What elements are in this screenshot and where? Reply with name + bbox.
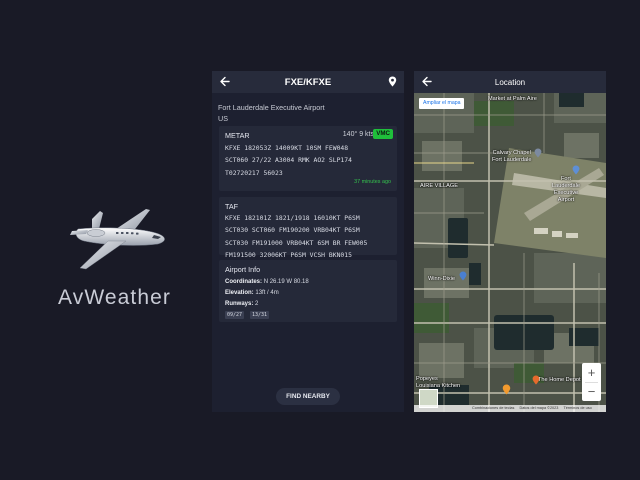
metar-heading: METAR	[225, 131, 250, 140]
back-arrow-icon[interactable]	[219, 75, 231, 88]
zoom-in-button[interactable]: +	[582, 363, 601, 382]
page-title: FXE/KFXE	[284, 76, 332, 88]
find-nearby-button[interactable]: FIND NEARBY	[276, 388, 340, 405]
coordinates-value: N 26.19 W 80.18	[263, 279, 309, 285]
zoom-out-button[interactable]: −	[582, 382, 601, 401]
runways-count: 2	[255, 301, 259, 307]
taf-card[interactable]: TAF KFXE 182101Z 1821/1918 16010KT P6SM …	[219, 197, 397, 259]
runway-chip[interactable]: 13/31	[250, 311, 270, 319]
store-poi-icon[interactable]	[532, 375, 540, 385]
winndixie-marker-icon	[458, 273, 464, 279]
elevation-value: 13ft / 4m	[255, 290, 279, 296]
elevation-label: Elevation:	[225, 290, 254, 296]
flight-category-badge: VMC	[373, 129, 393, 139]
taf-raw-text: KFXE 182101Z 1821/1918 16010KT P6SM SCT0…	[225, 214, 368, 260]
church-poi-icon[interactable]	[534, 148, 542, 158]
map-label-popeyes: Popeyes Louisiana Kitchen	[416, 376, 461, 389]
map-attribution-bar: Combinaciones de teclas Datos del mapa ©…	[414, 405, 606, 412]
map-title: Location	[494, 77, 526, 87]
map-label-village: AIRE VILLAGE	[420, 183, 458, 189]
detail-header: FXE/KFXE	[212, 71, 404, 93]
runways-row: Runways: 2	[225, 301, 258, 307]
metar-wind: 140° 9 kts	[342, 131, 374, 138]
metar-age: 37 minutes ago	[354, 179, 391, 185]
map-pin-icon[interactable]	[388, 76, 397, 87]
zoom-controls: + −	[582, 363, 601, 401]
airport-country: US	[218, 114, 228, 123]
airport-poi-icon[interactable]	[572, 165, 580, 175]
satellite-imagery	[414, 93, 606, 412]
elevation-row: Elevation: 13ft / 4m	[225, 290, 279, 296]
expand-map-button[interactable]: Ampliar el mapa	[419, 98, 465, 109]
map-label-market: Market at Palm Aire	[488, 96, 537, 102]
airport-info-card: Airport Info Coordinates: N 26.19 W 80.1…	[219, 260, 397, 322]
taf-heading: TAF	[225, 202, 239, 211]
app-name: AvWeather	[58, 286, 172, 309]
map-data-credit: Datos del mapa ©2023	[519, 406, 559, 410]
map-label-homedepot: The Home Depot	[538, 377, 581, 383]
map-label-winndixie: Winn-Dixie	[428, 276, 456, 282]
satellite-map[interactable]: Ampliar el mapa Market at Palm Aire Calv…	[414, 93, 606, 412]
metar-raw-text: KFXE 182053Z 14009KT 10SM FEW048 SCT060 …	[225, 144, 352, 177]
airport-info-heading: Airport Info	[225, 265, 261, 274]
runways-label: Runways:	[225, 301, 254, 307]
coordinates-row: Coordinates: N 26.19 W 80.18	[225, 279, 309, 285]
airport-name: Fort Lauderdale Executive Airport	[218, 103, 325, 112]
location-map-screen: Location Ampliar el mapa Market at Palm …	[414, 71, 606, 412]
map-label-airport: Fort Lauderdale Executive Airport	[552, 176, 580, 203]
runway-chip[interactable]: 09/27	[225, 311, 245, 319]
back-arrow-icon[interactable]	[421, 75, 433, 88]
terms-link[interactable]: Términos de uso	[563, 406, 591, 410]
metar-card[interactable]: METAR 140° 9 kts VMC KFXE 182053Z 14009K…	[219, 126, 397, 191]
coordinates-label: Coordinates:	[225, 279, 263, 285]
map-label-calvary: Calvary Chapel Fort Lauderdale	[492, 150, 532, 163]
airport-detail-screen: FXE/KFXE Fort Lauderdale Executive Airpo…	[212, 71, 404, 412]
map-header: Location	[414, 71, 606, 93]
jet-logo-icon	[70, 209, 165, 270]
restaurant-poi-icon[interactable]	[502, 384, 511, 395]
keyboard-shortcuts-link[interactable]: Combinaciones de teclas	[472, 406, 514, 410]
